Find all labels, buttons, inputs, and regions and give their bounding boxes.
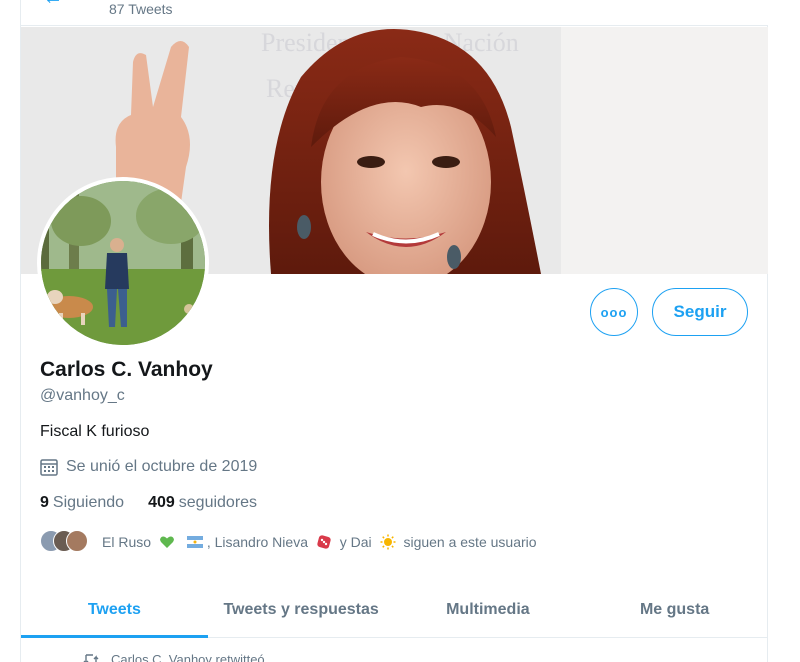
followed-by[interactable]: El Ruso , Lisandro Nieva y Dai siguen a … bbox=[40, 530, 537, 554]
follower-name-3: y Dai bbox=[339, 534, 372, 550]
arrow-left-icon[interactable]: ← bbox=[43, 0, 63, 8]
followers-label: seguidores bbox=[178, 494, 258, 511]
retweet-icon bbox=[83, 653, 99, 662]
followers-stat[interactable]: 409 seguidores bbox=[148, 494, 257, 512]
calendar-icon bbox=[40, 459, 58, 476]
green-heart-icon bbox=[160, 536, 174, 548]
sun-icon bbox=[380, 534, 396, 550]
avatar bbox=[66, 530, 88, 552]
more-icon: ooo bbox=[600, 304, 628, 320]
tab-tweets[interactable]: Tweets bbox=[21, 582, 208, 638]
top-bar: ← 87 Tweets bbox=[21, 0, 768, 26]
followers-you-know-avatars bbox=[40, 530, 92, 554]
join-date-text: Se unió el octubre de 2019 bbox=[66, 458, 258, 475]
follower-name-2: , Lisandro Nieva bbox=[206, 534, 308, 550]
retweet-text: Carlos C. Vanhoy retwitteó bbox=[111, 652, 265, 662]
retweet-indicator: Carlos C. Vanhoy retwitteó bbox=[83, 652, 265, 662]
followers-count: 409 bbox=[148, 494, 175, 511]
tab-tweets-and-replies[interactable]: Tweets y respuestas bbox=[208, 582, 395, 637]
profile-avatar[interactable] bbox=[37, 177, 209, 349]
dice-icon bbox=[317, 535, 331, 549]
following-label: Siguiendo bbox=[52, 494, 125, 511]
profile-handle: @vanhoy_c bbox=[40, 387, 125, 404]
profile-tabs: Tweets Tweets y respuestas Multimedia Me… bbox=[21, 582, 768, 638]
profile-bio: Fiscal K furioso bbox=[40, 423, 150, 440]
following-count: 9 bbox=[40, 494, 49, 511]
tweet-count: 87 Tweets bbox=[109, 1, 173, 17]
avatar-photo bbox=[41, 181, 205, 345]
tab-likes[interactable]: Me gusta bbox=[581, 582, 768, 637]
profile-stats: 9 Siguiendo 409 seguidores bbox=[40, 494, 281, 512]
followed-by-text: El Ruso , Lisandro Nieva y Dai siguen a … bbox=[102, 534, 537, 550]
argentina-flag-icon bbox=[186, 536, 203, 548]
profile-column: ← 87 Tweets Presidencia de la Nación Rep… bbox=[20, 0, 768, 662]
followed-by-suffix: siguen a este usuario bbox=[403, 534, 537, 550]
join-date: Se unió el octubre de 2019 bbox=[40, 458, 257, 476]
follow-button[interactable]: Seguir bbox=[652, 288, 748, 336]
more-options-button[interactable]: ooo bbox=[590, 288, 638, 336]
follower-name-1: El Ruso bbox=[102, 534, 152, 550]
profile-name: Carlos C. Vanhoy bbox=[40, 358, 213, 381]
tab-media[interactable]: Multimedia bbox=[395, 582, 582, 637]
following-stat[interactable]: 9 Siguiendo bbox=[40, 494, 124, 512]
